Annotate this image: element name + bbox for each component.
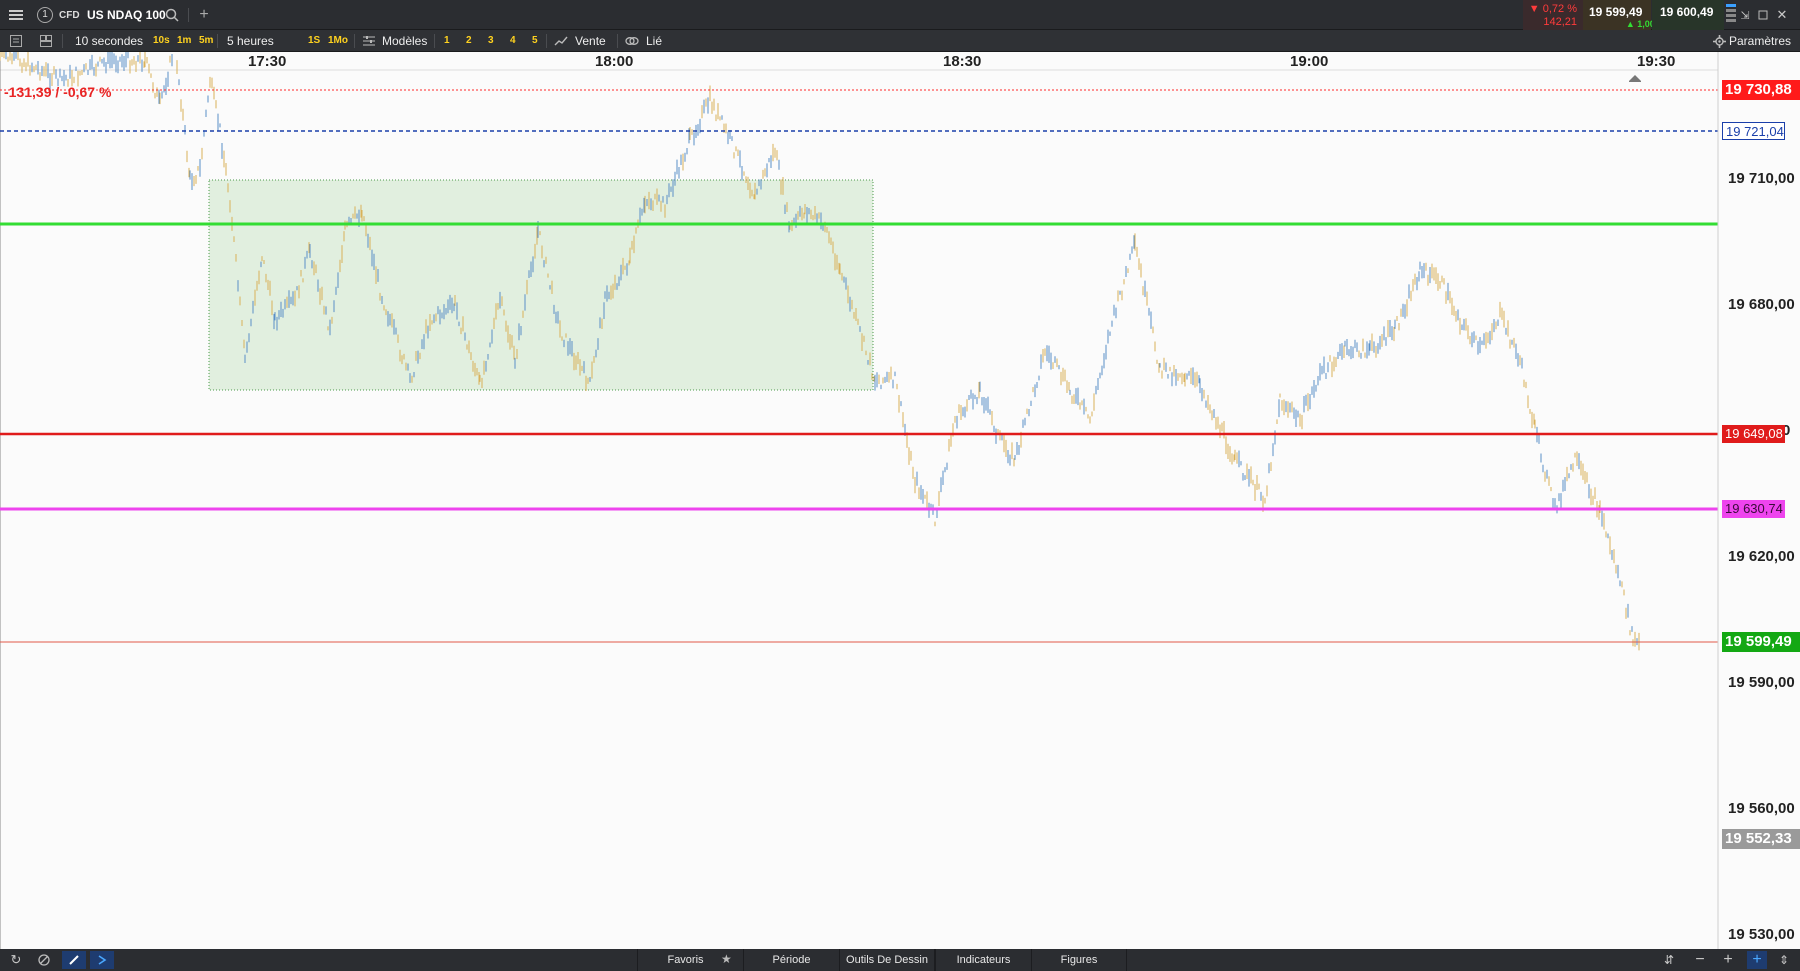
menu-icon[interactable] [6, 6, 26, 24]
time-label-1830: 18:30 [943, 53, 982, 70]
ask-price: 19 600,49 [1660, 5, 1714, 19]
change-abs: 142,21 [1543, 16, 1577, 28]
y-axis-label: 19 590,00 [1728, 674, 1795, 691]
instrument-type: CFD [59, 10, 80, 21]
layout-icon[interactable] [1726, 4, 1736, 26]
fit-icon[interactable]: ⇕ [1776, 952, 1792, 968]
y-axis-label: 19 680,00 [1728, 296, 1795, 313]
quick-interval-5m[interactable]: 5m [199, 35, 213, 46]
time-label-1800: 18:00 [595, 53, 634, 70]
tab-drawing-tools[interactable]: Outils De Dessin [839, 949, 935, 971]
close-icon[interactable]: ✕ [1775, 7, 1789, 23]
tab-indicators[interactable]: Indicateurs [935, 949, 1031, 971]
slot-1[interactable]: 1 [444, 35, 450, 46]
current-price-tag: 19 599,49 [1722, 632, 1800, 652]
templates-button[interactable]: Modèles [382, 34, 427, 48]
bid-price: 19 599,49 [1589, 5, 1643, 19]
magnet-icon[interactable] [90, 951, 114, 969]
linked-button[interactable]: Lié [646, 34, 662, 48]
sell-order-button[interactable]: Vente [575, 34, 606, 48]
tab-favorites[interactable]: Favoris [637, 949, 733, 971]
search-icon[interactable] [164, 7, 180, 23]
sell-order-icon[interactable] [553, 33, 569, 49]
top-bar: 1 CFD US NDAQ 100 + ▼ 0,72 % 142,21 19 5… [0, 0, 1800, 30]
tab-favorites-label: Favoris [667, 954, 704, 966]
settings-gear-icon[interactable] [1711, 33, 1727, 49]
crosshair-icon[interactable]: + [1747, 951, 1767, 969]
red-level-tag[interactable]: 19 649,08 [1722, 425, 1785, 443]
window-number-badge: 1 [37, 7, 53, 23]
tab-period[interactable]: Période [743, 949, 839, 971]
slot-3[interactable]: 3 [488, 35, 494, 46]
quick-interval-1m[interactable]: 1m [177, 35, 191, 46]
low-price-tag: 19 552,33 [1722, 829, 1800, 849]
price-chart[interactable] [0, 52, 1800, 949]
chart-toolbar: 10 secondes 10s 1m 5m 5 heures 1S 1Mo Mo… [0, 30, 1800, 52]
slot-4[interactable]: 4 [510, 35, 516, 46]
add-tab-icon[interactable]: + [196, 6, 212, 23]
period-selector[interactable]: 5 heures [227, 34, 274, 48]
ask-button[interactable]: 19 600,49 [1652, 0, 1724, 30]
detach-icon[interactable]: ⇲ [1738, 7, 1752, 23]
change-pct: ▼ 0,72 % [1528, 3, 1577, 15]
interval-selector[interactable]: 10 secondes [75, 34, 143, 48]
session-change-text: -131,39 / -0,67 % [4, 84, 112, 100]
quick-interval-10s[interactable]: 10s [153, 35, 170, 46]
quick-period-1mo[interactable]: 1Mo [328, 35, 348, 46]
range-rectangle-drawing[interactable] [208, 179, 874, 391]
settings-button[interactable]: Paramètres [1729, 34, 1791, 48]
daily-change-box: ▼ 0,72 % 142,21 [1523, 0, 1583, 30]
auto-scale-icon[interactable]: ⇵ [1661, 952, 1677, 968]
time-label-1900: 19:00 [1290, 53, 1329, 70]
refresh-icon[interactable]: ↻ [8, 952, 24, 968]
high-price-tag: 19 730,88 [1722, 80, 1800, 100]
tab-figures[interactable]: Figures [1031, 949, 1127, 971]
y-axis-label: 19 710,00 [1728, 170, 1795, 187]
zoom-in-icon[interactable]: + [1720, 951, 1736, 968]
link-icon[interactable] [624, 33, 640, 49]
disable-icon[interactable] [36, 952, 52, 968]
magenta-level-tag[interactable]: 19 630,74 [1722, 500, 1785, 518]
trading-platform-window: 1 CFD US NDAQ 100 + ▼ 0,72 % 142,21 19 5… [0, 0, 1800, 971]
pencil-icon[interactable] [62, 951, 86, 969]
slot-2[interactable]: 2 [466, 35, 472, 46]
blue-level-tag[interactable]: 19 721,04 [1722, 122, 1785, 140]
star-icon[interactable]: ★ [721, 952, 732, 966]
time-label-1930: 19:30 [1637, 53, 1676, 70]
chart-list-icon[interactable] [8, 33, 24, 49]
maximize-icon[interactable] [1756, 7, 1770, 23]
y-axis-label: 19 530,00 [1728, 926, 1795, 943]
y-axis-label: 19 560,00 [1728, 800, 1795, 817]
instrument-name[interactable]: US NDAQ 100 [87, 8, 166, 22]
y-axis-label: 19 620,00 [1728, 548, 1795, 565]
templates-icon[interactable] [361, 33, 377, 49]
zoom-out-icon[interactable]: − [1692, 951, 1708, 968]
layout-grid-icon[interactable] [38, 33, 54, 49]
slot-5[interactable]: 5 [532, 35, 538, 46]
time-label-1730: 17:30 [248, 53, 287, 70]
quick-period-1s[interactable]: 1S [308, 35, 320, 46]
